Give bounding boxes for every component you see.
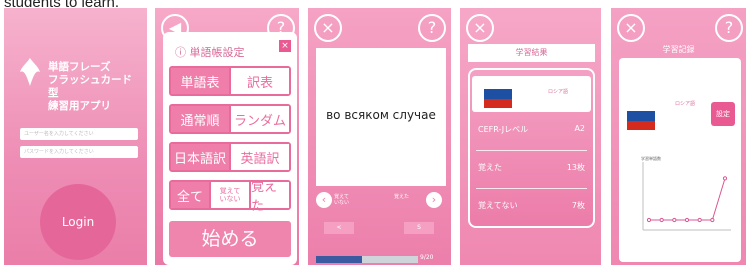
history-chart: 学習単語数 bbox=[641, 155, 731, 231]
stat-label: 覚えた bbox=[478, 163, 502, 172]
divider bbox=[476, 188, 587, 189]
flashcard[interactable]: во всяком случае bbox=[316, 48, 446, 186]
stat-label: 覚えてない bbox=[478, 201, 518, 210]
chart-point bbox=[659, 217, 664, 223]
close-icon[interactable]: × bbox=[466, 14, 494, 42]
option-not-remembered[interactable]: 覚えて いない bbox=[209, 182, 249, 208]
flashcard-word: во всяком случае bbox=[326, 108, 436, 122]
not-remembered-label: 覚えて いない bbox=[334, 194, 350, 206]
option-word-list[interactable]: 単語表 bbox=[171, 68, 229, 94]
logo-icon bbox=[16, 56, 44, 88]
close-icon[interactable]: × bbox=[617, 14, 645, 42]
setting-row-mode: 単語表 訳表 bbox=[169, 66, 291, 96]
language-label: ロシア語 bbox=[675, 101, 696, 107]
stat-value: A2 bbox=[574, 124, 585, 133]
left-box[interactable]: < bbox=[324, 222, 354, 234]
password-field[interactable]: パスワードを入力してください bbox=[20, 146, 138, 158]
help-icon[interactable]: ? bbox=[418, 14, 446, 42]
setting-row-language: 日本語訳 英語訳 bbox=[169, 142, 291, 172]
stat-row: 覚えた 13枚 bbox=[478, 162, 585, 178]
divider bbox=[476, 150, 587, 151]
option-japanese[interactable]: 日本語訳 bbox=[171, 144, 229, 170]
flashcard-screen: × ? во всяком случае ‹ 覚えて いない 覚えた › < S… bbox=[308, 8, 451, 265]
progress-text: 9/20 bbox=[420, 254, 434, 261]
settings-button[interactable]: 設定 bbox=[711, 102, 735, 126]
chart-series-line bbox=[649, 178, 726, 221]
setting-row-order: 通常順 ランダム bbox=[169, 104, 291, 134]
right-box[interactable]: S bbox=[404, 222, 434, 234]
settings-title: ⓘ 単語帳設定 bbox=[175, 46, 245, 59]
language-label: ロシア語 bbox=[548, 89, 569, 95]
option-all[interactable]: 全て bbox=[171, 182, 209, 208]
remembered-label: 覚えた bbox=[394, 194, 410, 200]
chart-title: 学習単語数 bbox=[641, 155, 661, 161]
progress-fill bbox=[316, 256, 362, 263]
chart-point bbox=[672, 217, 677, 223]
option-translation-list[interactable]: 訳表 bbox=[229, 68, 289, 94]
login-screen: 単語フレーズ フラッシュカード型 練習用アプリ ユーザー名を入力してください パ… bbox=[4, 8, 147, 265]
option-remembered[interactable]: 覚えた bbox=[249, 180, 289, 214]
stat-value: 7枚 bbox=[571, 201, 585, 210]
chart-point bbox=[697, 217, 702, 223]
option-random-order[interactable]: ランダム bbox=[229, 106, 289, 132]
option-normal-order[interactable]: 通常順 bbox=[171, 106, 229, 132]
chart-point bbox=[684, 217, 690, 223]
results-card: ロシア語 CEFR-Jレベル A2 覚えた 13枚 覚えてない 7枚 bbox=[468, 68, 595, 228]
help-icon[interactable]: ? bbox=[715, 14, 743, 42]
help-circle-icon: ⓘ bbox=[175, 46, 186, 59]
stat-row: CEFR-Jレベル A2 bbox=[478, 124, 585, 140]
chart-point bbox=[722, 176, 728, 181]
start-button[interactable]: 始める bbox=[169, 221, 291, 257]
language-row: ロシア語 bbox=[472, 76, 591, 112]
progress-bar bbox=[316, 256, 418, 263]
russian-flag-icon bbox=[484, 80, 512, 108]
stat-value: 13枚 bbox=[566, 163, 585, 172]
close-button[interactable]: × bbox=[279, 40, 291, 52]
chart-point bbox=[710, 217, 715, 223]
close-icon[interactable]: × bbox=[314, 14, 342, 42]
option-english[interactable]: 英語訳 bbox=[229, 144, 289, 170]
username-field[interactable]: ユーザー名を入力してください bbox=[20, 128, 138, 140]
results-screen: × 学習結果 ロシア語 CEFR-Jレベル A2 覚えた 13枚 覚えてない 7… bbox=[460, 8, 601, 265]
history-panel: ロシア語 設定 学習単語数 bbox=[619, 58, 741, 262]
history-screen: × ? 学習記録 ロシア語 設定 学習単語数 bbox=[611, 8, 746, 265]
settings-screen: ◀ ? ⓘ 単語帳設定 × 単語表 訳表 通常順 ランダム 日本語訳 英語訳 全… bbox=[155, 8, 299, 265]
next-card-button[interactable]: › bbox=[426, 192, 442, 208]
app-title: 単語フレーズ フラッシュカード型 練習用アプリ bbox=[48, 61, 132, 112]
stat-label: CEFR-Jレベル bbox=[478, 125, 529, 134]
history-title: 学習記録 bbox=[662, 45, 695, 54]
results-title: 学習結果 bbox=[468, 44, 595, 62]
stat-row: 覚えてない 7枚 bbox=[478, 200, 585, 216]
login-button[interactable]: Login bbox=[40, 184, 116, 260]
chart-point bbox=[646, 217, 652, 223]
russian-flag-icon bbox=[627, 102, 655, 130]
prev-card-button[interactable]: ‹ bbox=[316, 192, 332, 208]
setting-row-filter: 全て 覚えて いない 覚えた bbox=[169, 180, 291, 214]
